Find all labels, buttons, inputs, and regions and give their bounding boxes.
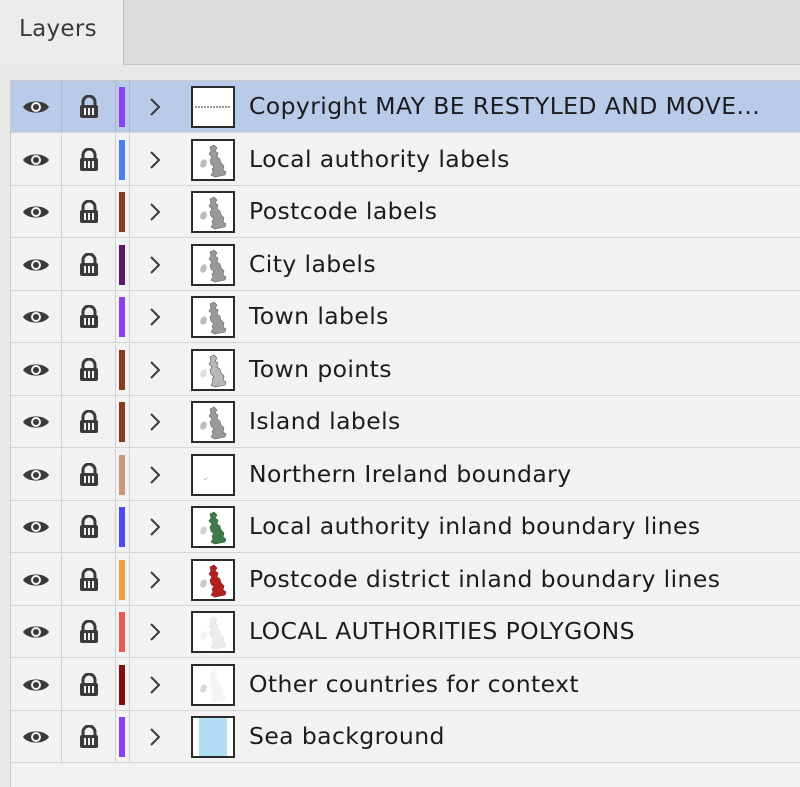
layer-color-swatch[interactable] <box>119 717 125 757</box>
tab-layers[interactable]: Layers <box>0 0 124 65</box>
layer-name[interactable]: Town labels <box>249 291 389 342</box>
layer-thumbnail <box>191 664 235 706</box>
layer-row[interactable]: Postcode district inland boundary lines <box>11 554 800 606</box>
eye-icon[interactable] <box>11 81 62 132</box>
chevron-right-icon[interactable] <box>129 239 179 290</box>
eye-icon[interactable] <box>11 239 62 290</box>
layer-row[interactable]: Other countries for context <box>11 659 800 711</box>
eye-icon[interactable] <box>11 291 62 342</box>
chevron-right-icon[interactable] <box>129 554 179 605</box>
layer-color-swatch[interactable] <box>119 612 125 652</box>
layer-color-swatch[interactable] <box>119 560 125 600</box>
layer-color-swatch[interactable] <box>119 245 125 285</box>
layer-color-swatch[interactable] <box>119 192 125 232</box>
layer-thumbnail <box>191 401 235 443</box>
lock-icon[interactable] <box>62 711 116 762</box>
layer-color-swatch[interactable] <box>119 140 125 180</box>
eye-icon[interactable] <box>11 396 62 447</box>
chevron-right-icon[interactable] <box>129 186 179 237</box>
chevron-right-icon[interactable] <box>129 711 179 762</box>
layer-row[interactable]: Northern Ireland boundary <box>11 449 800 501</box>
layers-list: Copyright MAY BE RESTYLED AND MOVE... Loc… <box>10 80 800 787</box>
layer-row[interactable]: Local authority labels <box>11 134 800 186</box>
lock-icon[interactable] <box>62 396 116 447</box>
lock-icon[interactable] <box>62 134 116 185</box>
layer-color-swatch[interactable] <box>119 297 125 337</box>
layer-color-swatch[interactable] <box>119 350 125 390</box>
chevron-right-icon[interactable] <box>129 659 179 710</box>
layer-thumbnail <box>191 716 235 758</box>
chevron-right-icon[interactable] <box>129 134 179 185</box>
lock-icon[interactable] <box>62 554 116 605</box>
layer-row[interactable]: LOCAL AUTHORITIES POLYGONS <box>11 606 800 658</box>
chevron-right-icon[interactable] <box>129 396 179 447</box>
eye-icon[interactable] <box>11 186 62 237</box>
layers-tab-bar: Layers <box>0 0 800 65</box>
layer-color-swatch[interactable] <box>119 87 125 127</box>
layer-name[interactable]: Town points <box>249 344 392 395</box>
layer-row[interactable]: Town labels <box>11 291 800 343</box>
tab-layers-label: Layers <box>19 16 97 42</box>
layer-name[interactable]: Local authority labels <box>249 134 510 185</box>
layer-thumbnail <box>191 611 235 653</box>
layer-thumbnail <box>191 454 235 496</box>
lock-icon[interactable] <box>62 659 116 710</box>
lock-icon[interactable] <box>62 501 116 552</box>
layer-thumbnail <box>191 86 235 128</box>
layer-thumbnail <box>191 244 235 286</box>
eye-icon[interactable] <box>11 606 62 657</box>
lock-icon[interactable] <box>62 606 116 657</box>
lock-icon[interactable] <box>62 291 116 342</box>
eye-icon[interactable] <box>11 711 62 762</box>
layer-name[interactable]: Island labels <box>249 396 401 447</box>
layer-name[interactable]: Copyright MAY BE RESTYLED AND MOVE... <box>249 81 760 132</box>
chevron-right-icon[interactable] <box>129 81 179 132</box>
chevron-right-icon[interactable] <box>129 344 179 395</box>
layer-thumbnail <box>191 349 235 391</box>
layer-color-swatch[interactable] <box>119 665 125 705</box>
layer-thumbnail <box>191 191 235 233</box>
lock-icon[interactable] <box>62 344 116 395</box>
eye-icon[interactable] <box>11 501 62 552</box>
chevron-right-icon[interactable] <box>129 606 179 657</box>
eye-icon[interactable] <box>11 449 62 500</box>
layer-thumbnail <box>191 506 235 548</box>
layer-name[interactable]: Other countries for context <box>249 659 579 710</box>
layer-name[interactable]: LOCAL AUTHORITIES POLYGONS <box>249 606 635 657</box>
layer-row[interactable]: Island labels <box>11 396 800 448</box>
layer-name[interactable]: Northern Ireland boundary <box>249 449 572 500</box>
eye-icon[interactable] <box>11 554 62 605</box>
layer-row[interactable]: Sea background <box>11 711 800 763</box>
layer-color-swatch[interactable] <box>119 455 125 495</box>
chevron-right-icon[interactable] <box>129 449 179 500</box>
layer-row[interactable]: Copyright MAY BE RESTYLED AND MOVE... <box>11 81 800 133</box>
layer-row[interactable]: Postcode labels <box>11 186 800 238</box>
lock-icon[interactable] <box>62 449 116 500</box>
layer-name[interactable]: Local authority inland boundary lines <box>249 501 700 552</box>
layer-row[interactable]: City labels <box>11 239 800 291</box>
layer-thumbnail <box>191 296 235 338</box>
layer-thumbnail <box>191 139 235 181</box>
layer-name[interactable]: Postcode district inland boundary lines <box>249 554 720 605</box>
layer-color-swatch[interactable] <box>119 507 125 547</box>
eye-icon[interactable] <box>11 344 62 395</box>
layer-name[interactable]: Postcode labels <box>249 186 437 237</box>
lock-icon[interactable] <box>62 81 116 132</box>
layer-thumbnail <box>191 559 235 601</box>
eye-icon[interactable] <box>11 134 62 185</box>
layer-row[interactable]: Town points <box>11 344 800 396</box>
chevron-right-icon[interactable] <box>129 291 179 342</box>
layer-name[interactable]: Sea background <box>249 711 445 762</box>
layer-row[interactable]: Local authority inland boundary lines <box>11 501 800 553</box>
eye-icon[interactable] <box>11 659 62 710</box>
lock-icon[interactable] <box>62 239 116 290</box>
lock-icon[interactable] <box>62 186 116 237</box>
chevron-right-icon[interactable] <box>129 501 179 552</box>
layer-name[interactable]: City labels <box>249 239 376 290</box>
layer-color-swatch[interactable] <box>119 402 125 442</box>
